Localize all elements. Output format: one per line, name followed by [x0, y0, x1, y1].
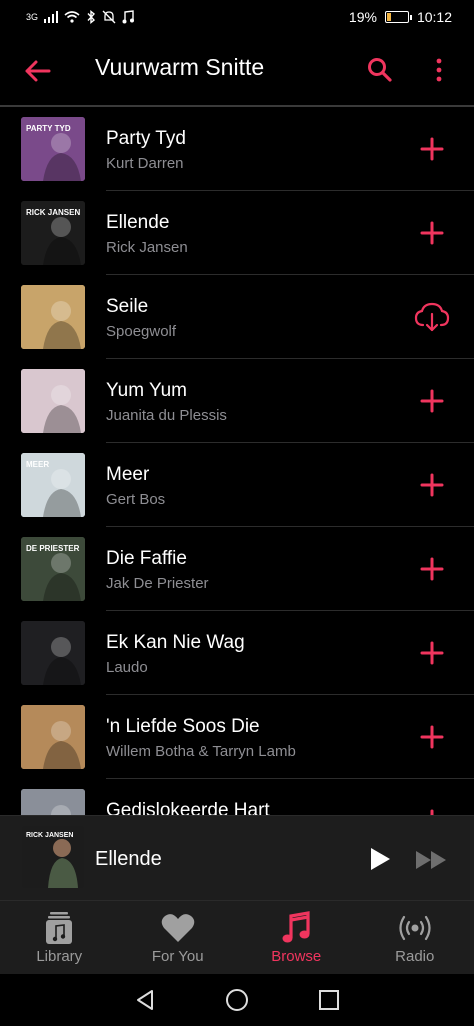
song-title: Ek Kan Nie Wag [106, 632, 245, 653]
song-artist: Rick Jansen [106, 239, 188, 256]
music-note-icon [279, 911, 313, 945]
status-right: 19% 10:12 [349, 9, 452, 25]
song-title: Gedislokeerde Hart [106, 800, 270, 815]
svg-text:MEER: MEER [26, 460, 49, 469]
song-title: 'n Liefde Soos Die [106, 716, 260, 737]
nav-home-icon[interactable] [225, 988, 249, 1012]
album-artwork[interactable] [21, 621, 85, 685]
song-title: Ellende [106, 212, 170, 233]
back-arrow-icon[interactable] [22, 56, 52, 86]
status-left: 3G [26, 10, 135, 24]
song-row[interactable]: Ek Kan Nie Wag Laudo [0, 611, 474, 695]
album-artwork[interactable] [21, 705, 85, 769]
tab-radio[interactable]: Radio [356, 901, 474, 974]
system-navigation-bar [0, 974, 474, 1026]
now-playing-title: Ellende [95, 848, 162, 870]
bluetooth-icon [87, 10, 96, 24]
add-icon[interactable] [412, 637, 452, 669]
play-icon[interactable] [368, 846, 392, 872]
add-icon[interactable] [412, 721, 452, 753]
album-artwork[interactable] [21, 285, 85, 349]
search-icon[interactable] [366, 56, 394, 84]
status-bar: 3G 19% 10:12 [0, 0, 474, 34]
song-artist: Kurt Darren [106, 155, 184, 172]
add-icon[interactable] [412, 133, 452, 165]
app-header: Vuurwarm Snitte [0, 34, 474, 106]
clock: 10:12 [416, 9, 452, 25]
tab-label: Radio [395, 948, 435, 965]
add-icon[interactable] [412, 385, 452, 417]
svg-text:RICK JANSEN: RICK JANSEN [26, 832, 73, 839]
add-icon[interactable] [412, 553, 452, 585]
album-artwork[interactable]: MEER [21, 453, 85, 517]
nav-back-icon[interactable] [134, 989, 156, 1011]
song-row[interactable]: RICK JANSEN Ellende Rick Jansen [0, 191, 474, 275]
battery-fill [386, 13, 392, 21]
network-type: 3G [26, 12, 39, 22]
now-playing-artwork[interactable]: RICK JANSEN [22, 826, 84, 888]
song-title: Die Faffie [106, 548, 187, 569]
mute-icon [102, 10, 116, 24]
song-artist: Jak De Priester [106, 575, 209, 592]
signal-icon [44, 11, 59, 23]
song-row[interactable]: Yum Yum Juanita du Plessis [0, 359, 474, 443]
svg-text:PARTY TYD: PARTY TYD [26, 124, 71, 133]
tab-label: For You [151, 948, 204, 965]
radio-icon [398, 911, 432, 945]
fast-forward-icon[interactable] [414, 848, 450, 872]
song-title: Party Tyd [106, 128, 186, 149]
song-row[interactable]: MEER Meer Gert Bos [0, 443, 474, 527]
song-artist: Willem Botha & Tarryn Lamb [106, 743, 296, 760]
mini-player[interactable]: RICK JANSEN Ellende [0, 815, 474, 900]
song-row[interactable]: PARTY TYD Party Tyd Kurt Darren [0, 107, 474, 191]
song-artist: Juanita du Plessis [106, 407, 227, 424]
page-title: Vuurwarm Snitte [95, 54, 265, 80]
album-artwork[interactable] [21, 789, 85, 815]
song-title: Meer [106, 464, 150, 485]
song-title: Yum Yum [106, 380, 187, 401]
tab-label: Library [36, 948, 83, 965]
song-row[interactable]: 'n Liefde Soos Die Willem Botha & Tarryn … [0, 695, 474, 779]
song-row[interactable]: Gedislokeerde Hart [0, 779, 474, 815]
song-row[interactable]: DE PRIESTER Die Faffie Jak De Priester [0, 527, 474, 611]
battery-percent: 19% [348, 9, 377, 25]
tab-bar: Library For You Browse Radio [0, 900, 474, 974]
add-icon[interactable] [412, 217, 452, 249]
song-artist: Spoegwolf [106, 323, 177, 340]
album-artwork[interactable]: RICK JANSEN [21, 201, 85, 265]
album-artwork[interactable] [21, 369, 85, 433]
add-icon[interactable] [412, 805, 452, 815]
song-row[interactable]: Seile Spoegwolf [0, 275, 474, 359]
wifi-icon [64, 11, 80, 23]
album-artwork[interactable]: DE PRIESTER [21, 537, 85, 601]
song-list[interactable]: PARTY TYD Party Tyd Kurt Darren RICK JANSEN… [0, 107, 474, 815]
library-icon [42, 911, 76, 945]
battery-icon [384, 11, 412, 23]
more-options-icon[interactable] [428, 56, 450, 84]
svg-text:RICK JANSEN: RICK JANSEN [26, 208, 80, 217]
song-artist: Laudo [106, 659, 148, 676]
svg-text:DE PRIESTER: DE PRIESTER [26, 544, 80, 553]
tab-label: Browse [271, 948, 322, 965]
tab-browse[interactable]: Browse [237, 901, 356, 974]
cloud-download-icon[interactable] [412, 301, 452, 333]
song-artist: Gert Bos [106, 491, 166, 508]
tab-for-you[interactable]: For You [119, 901, 238, 974]
tab-library[interactable]: Library [0, 901, 119, 974]
music-status-icon [122, 10, 135, 24]
song-title: Seile [106, 296, 149, 317]
album-artwork[interactable]: PARTY TYD [21, 117, 85, 181]
heart-icon [161, 911, 195, 945]
nav-recents-icon[interactable] [318, 989, 340, 1011]
add-icon[interactable] [412, 469, 452, 501]
